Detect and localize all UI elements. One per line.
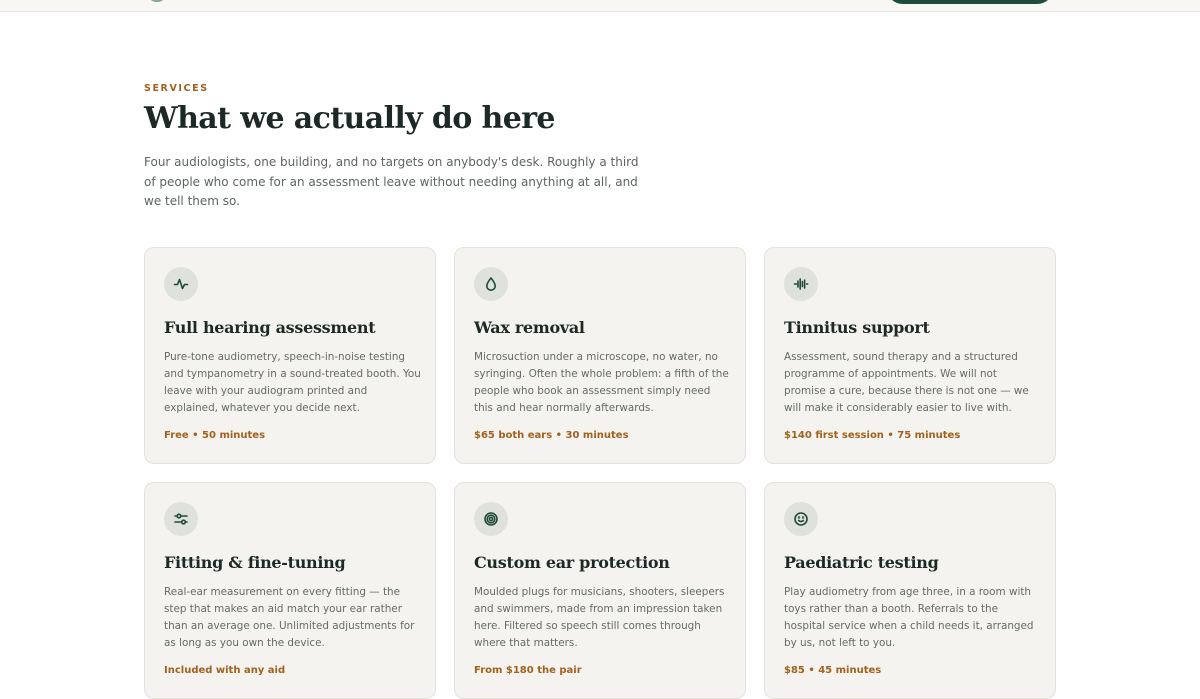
service-description: Real-ear measurement on every fitting — … <box>164 586 415 649</box>
waveform-icon <box>784 267 818 301</box>
smile-icon <box>784 502 818 536</box>
service-price: $140 first session • 75 minutes <box>784 430 961 441</box>
service-title: Full hearing assessment <box>164 318 376 337</box>
service-title: Tinnitus support <box>784 318 930 337</box>
service-price: $85 • 45 minutes <box>784 665 882 676</box>
service-title: Wax removal <box>474 318 585 337</box>
section-eyebrow: SERVICES <box>144 83 209 94</box>
service-title: Custom ear protection <box>474 553 670 572</box>
service-card-wax-removal[interactable]: Wax removal Microsuction under a microsc… <box>454 247 746 464</box>
service-price: Free • 50 minutes <box>164 430 266 441</box>
site-header <box>0 0 1200 12</box>
book-appointment-button[interactable] <box>886 0 1054 4</box>
service-card-tinnitus-support[interactable]: Tinnitus support Assessment, sound thera… <box>764 247 1056 464</box>
service-price: From $180 the pair <box>474 665 582 676</box>
service-description: Moulded plugs for musicians, shooters, s… <box>474 586 725 649</box>
service-card-fitting[interactable]: Fitting & fine-tuning Real-ear measureme… <box>144 482 436 699</box>
service-price: Included with any aid <box>164 665 286 676</box>
service-description: Assessment, sound therapy and a structur… <box>784 351 1029 414</box>
service-card-paediatric-testing[interactable]: Paediatric testing Play audiometry from … <box>764 482 1056 699</box>
service-card-ear-protection[interactable]: Custom ear protection Moulded plugs for … <box>454 482 746 699</box>
service-description: Play audiometry from age three, in a roo… <box>784 586 1034 649</box>
section-intro: Four audiologists, one building, and no … <box>144 155 639 209</box>
service-title: Paediatric testing <box>784 553 939 572</box>
service-card-hearing-assessment[interactable]: Full hearing assessment Pure-tone audiom… <box>144 247 436 464</box>
service-price: $65 both ears • 30 minutes <box>474 430 629 441</box>
service-title: Fitting & fine-tuning <box>164 553 346 572</box>
spiral-icon <box>474 502 508 536</box>
droplet-icon <box>474 267 508 301</box>
sliders-icon <box>164 502 198 536</box>
services-grid: Full hearing assessment Pure-tone audiom… <box>144 247 1056 699</box>
service-description: Microsuction under a microscope, no wate… <box>474 351 729 414</box>
section-heading: What we actually do here <box>144 101 556 136</box>
logo-mark[interactable] <box>150 0 164 2</box>
service-description: Pure-tone audiometry, speech-in-noise te… <box>164 351 421 414</box>
pulse-icon <box>164 267 198 301</box>
